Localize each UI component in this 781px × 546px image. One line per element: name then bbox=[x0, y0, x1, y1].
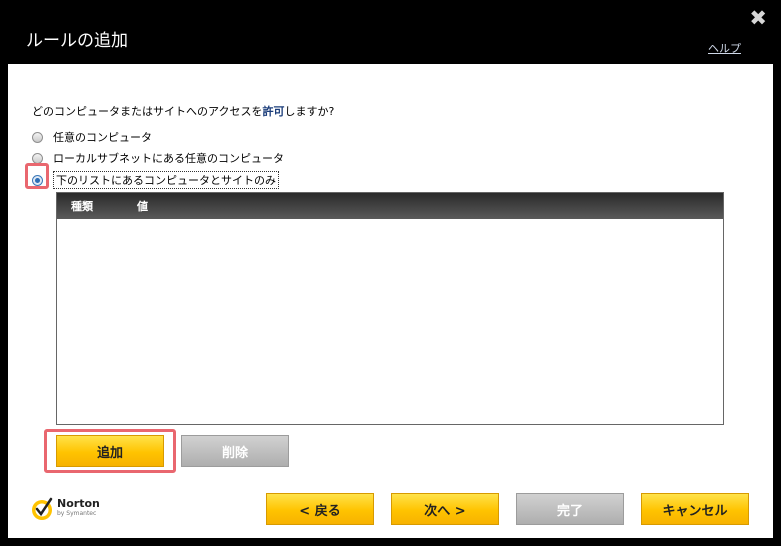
norton-logo: Norton by Symantec bbox=[30, 496, 100, 522]
option-label: 任意のコンピュータ bbox=[53, 131, 152, 144]
question-emphasis: 許可 bbox=[262, 105, 285, 118]
logo-name: Norton bbox=[57, 497, 100, 510]
column-header-value[interactable]: 値 bbox=[137, 198, 148, 214]
next-button[interactable]: 次へ > bbox=[391, 493, 499, 525]
question-suffix: しますか? bbox=[284, 105, 335, 118]
radio-highlight-box bbox=[25, 163, 49, 189]
access-question: どのコンピュータまたはサイトへのアクセスを許可しますか? bbox=[32, 103, 334, 119]
dialog-title: ルールの追加 bbox=[26, 31, 128, 51]
logo-subtitle: by Symantec bbox=[57, 510, 97, 517]
dialog-content: どのコンピュータまたはサイトへのアクセスを許可しますか? 任意のコンピュータ ロ… bbox=[8, 64, 773, 538]
finish-button[interactable]: 完了 bbox=[516, 493, 624, 525]
radio-button[interactable] bbox=[32, 131, 43, 143]
cancel-button[interactable]: キャンセル bbox=[641, 493, 749, 525]
add-button[interactable]: 追加 bbox=[56, 435, 164, 467]
radio-button[interactable] bbox=[32, 152, 43, 164]
option-listed-only[interactable]: 下のリストにあるコンピュータとサイトのみ bbox=[32, 171, 279, 189]
question-prefix: どのコンピュータまたはサイトへのアクセスを bbox=[32, 105, 263, 118]
help-link[interactable]: ヘルプ bbox=[708, 40, 741, 56]
computer-list-table[interactable]: 種類 値 bbox=[56, 192, 724, 425]
add-rule-dialog: ルールの追加 ✖ ヘルプ どのコンピュータまたはサイトへのアクセスを許可しますか… bbox=[0, 0, 781, 546]
column-header-type[interactable]: 種類 bbox=[71, 198, 137, 214]
option-local-subnet[interactable]: ローカルサブネットにある任意のコンピュータ bbox=[32, 150, 284, 166]
remove-button[interactable]: 削除 bbox=[181, 435, 289, 467]
option-any-computer[interactable]: 任意のコンピュータ bbox=[32, 129, 152, 145]
title-bar: ルールの追加 ✖ ヘルプ bbox=[0, 0, 781, 64]
option-label: 下のリストにあるコンピュータとサイトのみ bbox=[53, 171, 279, 189]
table-header: 種類 値 bbox=[57, 193, 723, 219]
back-button[interactable]: < 戻る bbox=[266, 493, 374, 525]
logo-text: Norton by Symantec bbox=[57, 497, 100, 519]
option-label: ローカルサブネットにある任意のコンピュータ bbox=[53, 152, 284, 165]
close-icon[interactable]: ✖ bbox=[749, 7, 767, 29]
norton-check-icon bbox=[32, 497, 53, 520]
